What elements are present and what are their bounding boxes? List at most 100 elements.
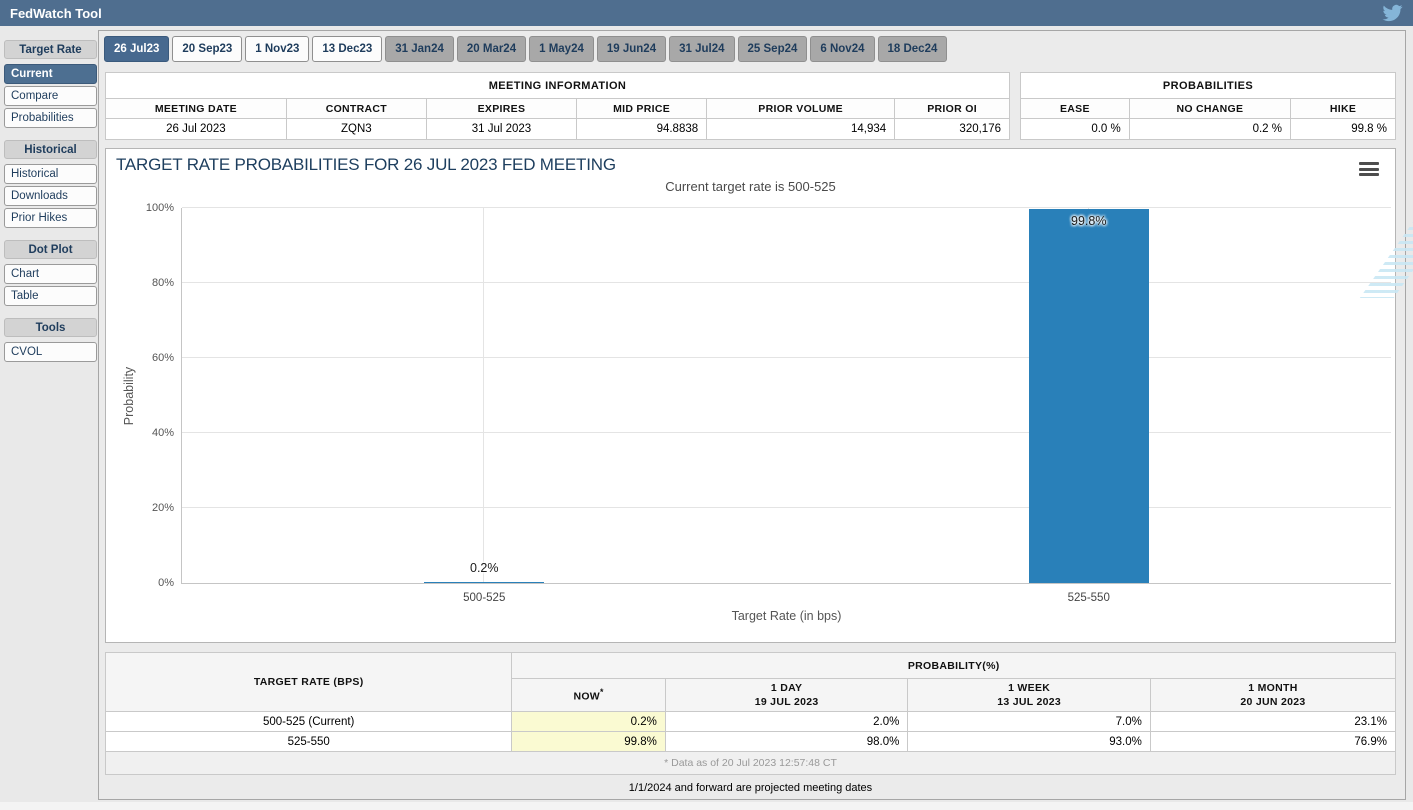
sidebar-item-current[interactable]: Current <box>4 64 97 84</box>
y-axis-tick-label: 0% <box>129 577 174 589</box>
y-gridline <box>182 282 1391 283</box>
month-cell: 23.1% <box>1150 712 1395 732</box>
col-expires: EXPIRES <box>426 99 576 119</box>
col-ease: EASE <box>1021 99 1130 119</box>
x-axis-tick-label: 525-550 <box>1029 592 1149 604</box>
col-now: NOW* <box>512 679 666 712</box>
sidebar-item-chart[interactable]: Chart <box>4 264 97 284</box>
sidebar-section-tools: Tools <box>4 318 97 337</box>
col-1-month: 1 MONTH20 JUN 2023 <box>1150 679 1395 712</box>
meeting-information-title: MEETING INFORMATION <box>106 73 1010 99</box>
table-row: 525-550 99.8% 98.0% 93.0% 76.9% <box>106 732 1396 752</box>
col-prior-oi: PRIOR OI <box>895 99 1010 119</box>
sidebar-item-downloads[interactable]: Downloads <box>4 186 97 206</box>
bar-value-label: 0.2% <box>424 561 544 575</box>
chart-context-menu-icon[interactable] <box>1359 162 1379 176</box>
y-axis-tick-label: 100% <box>129 202 174 214</box>
y-axis-label: Probability <box>122 321 138 471</box>
contract-value: ZQN3 <box>286 119 426 140</box>
fedwatch-app: FedWatch Tool Target Rate Current Compar… <box>0 0 1413 810</box>
prior-volume-value: 14,934 <box>707 119 895 140</box>
sidebar: Target Rate Current Compare Probabilitie… <box>4 26 97 364</box>
tab-20-mar24[interactable]: 20 Mar24 <box>457 36 526 62</box>
sidebar-item-historical[interactable]: Historical <box>4 164 97 184</box>
expires-value: 31 Jul 2023 <box>426 119 576 140</box>
tab-6-nov24[interactable]: 6 Nov24 <box>810 36 874 62</box>
bar-chart-plot-area: Probability Target Rate (in bps) 0%20%40… <box>181 208 1391 584</box>
sidebar-item-probabilities[interactable]: Probabilities <box>4 108 97 128</box>
hike-value: 99.8 % <box>1291 119 1396 140</box>
col-meeting-date: MEETING DATE <box>106 99 287 119</box>
now-cell: 99.8% <box>512 732 666 752</box>
day-cell: 98.0% <box>665 732 908 752</box>
col-no-change: NO CHANGE <box>1129 99 1290 119</box>
probability-bar[interactable] <box>424 582 544 583</box>
prior-oi-value: 320,176 <box>895 119 1010 140</box>
y-axis-tick-label: 20% <box>129 502 174 514</box>
tab-13-dec23[interactable]: 13 Dec23 <box>312 36 382 62</box>
meeting-date-value: 26 Jul 2023 <box>106 119 287 140</box>
now-cell: 0.2% <box>512 712 666 732</box>
app-header: FedWatch Tool <box>0 0 1413 26</box>
probability-group-header: PROBABILITY(%) <box>512 653 1396 679</box>
y-gridline <box>182 507 1391 508</box>
col-mid-price: MID PRICE <box>576 99 706 119</box>
x-axis-label: Target Rate (in bps) <box>182 609 1391 623</box>
y-axis-tick-label: 60% <box>129 352 174 364</box>
twitter-icon[interactable] <box>1382 3 1403 23</box>
no-change-value: 0.2 % <box>1129 119 1290 140</box>
y-gridline <box>182 432 1391 433</box>
y-axis-tick-label: 40% <box>129 427 174 439</box>
rate-cell: 500-525 (Current) <box>106 712 512 732</box>
y-gridline <box>182 207 1391 208</box>
page-footer-strip <box>0 802 1413 810</box>
sidebar-section-target-rate: Target Rate <box>4 40 97 59</box>
month-cell: 76.9% <box>1150 732 1395 752</box>
ease-value: 0.0 % <box>1021 119 1130 140</box>
target-rate-probability-table: TARGET RATE (BPS) PROBABILITY(%) NOW* 1 … <box>105 652 1396 775</box>
rate-cell: 525-550 <box>106 732 512 752</box>
quikstrike-q-watermark: Q <box>1386 204 1413 304</box>
probabilities-table: PROBABILITIES EASE NO CHANGE HIKE 0.0 % … <box>1020 72 1396 140</box>
chart-subtitle: Current target rate is 500-525 <box>106 179 1395 194</box>
sidebar-section-dot-plot: Dot Plot <box>4 240 97 259</box>
week-cell: 7.0% <box>908 712 1151 732</box>
day-cell: 2.0% <box>665 712 908 732</box>
tab-31-jul24[interactable]: 31 Jul24 <box>669 36 734 62</box>
probability-bar[interactable] <box>1029 209 1149 583</box>
sidebar-item-compare[interactable]: Compare <box>4 86 97 106</box>
col-1-day: 1 DAY19 JUL 2023 <box>665 679 908 712</box>
col-contract: CONTRACT <box>286 99 426 119</box>
meeting-date-tabs: 26 Jul23 20 Sep23 1 Nov23 13 Dec23 31 Ja… <box>104 36 947 62</box>
bar-value-label: 99.8% <box>1029 214 1149 228</box>
x-axis-tick-label: 500-525 <box>424 592 544 604</box>
col-hike: HIKE <box>1291 99 1396 119</box>
projected-dates-note: 1/1/2024 and forward are projected meeti… <box>105 782 1396 794</box>
y-gridline <box>182 357 1391 358</box>
data-as-of-footnote: * Data as of 20 Jul 2023 12:57:48 CT <box>106 752 1396 775</box>
tab-26-jul23[interactable]: 26 Jul23 <box>104 36 169 62</box>
sidebar-item-cvol[interactable]: CVOL <box>4 342 97 362</box>
sidebar-section-historical: Historical <box>4 140 97 159</box>
y-axis-tick-label: 80% <box>129 277 174 289</box>
probabilities-title: PROBABILITIES <box>1021 73 1396 99</box>
tab-1-may24[interactable]: 1 May24 <box>529 36 594 62</box>
chart-title: TARGET RATE PROBABILITIES FOR 26 JUL 202… <box>116 155 616 175</box>
tab-18-dec24[interactable]: 18 Dec24 <box>878 36 948 62</box>
tab-31-jan24[interactable]: 31 Jan24 <box>385 36 454 62</box>
sidebar-item-table[interactable]: Table <box>4 286 97 306</box>
col-1-week: 1 WEEK13 JUL 2023 <box>908 679 1151 712</box>
tab-1-nov23[interactable]: 1 Nov23 <box>245 36 309 62</box>
mid-price-value: 94.8838 <box>576 119 706 140</box>
col-prior-volume: PRIOR VOLUME <box>707 99 895 119</box>
chart-panel: TARGET RATE PROBABILITIES FOR 26 JUL 202… <box>105 148 1396 643</box>
tab-20-sep23[interactable]: 20 Sep23 <box>172 36 242 62</box>
tab-19-jun24[interactable]: 19 Jun24 <box>597 36 666 62</box>
week-cell: 93.0% <box>908 732 1151 752</box>
table-row: 500-525 (Current) 0.2% 2.0% 7.0% 23.1% <box>106 712 1396 732</box>
x-gridline <box>483 208 484 583</box>
meeting-information-table: MEETING INFORMATION MEETING DATE CONTRAC… <box>105 72 1010 140</box>
sidebar-item-prior-hikes[interactable]: Prior Hikes <box>4 208 97 228</box>
corner-header: TARGET RATE (BPS) <box>106 653 512 712</box>
tab-25-sep24[interactable]: 25 Sep24 <box>738 36 808 62</box>
